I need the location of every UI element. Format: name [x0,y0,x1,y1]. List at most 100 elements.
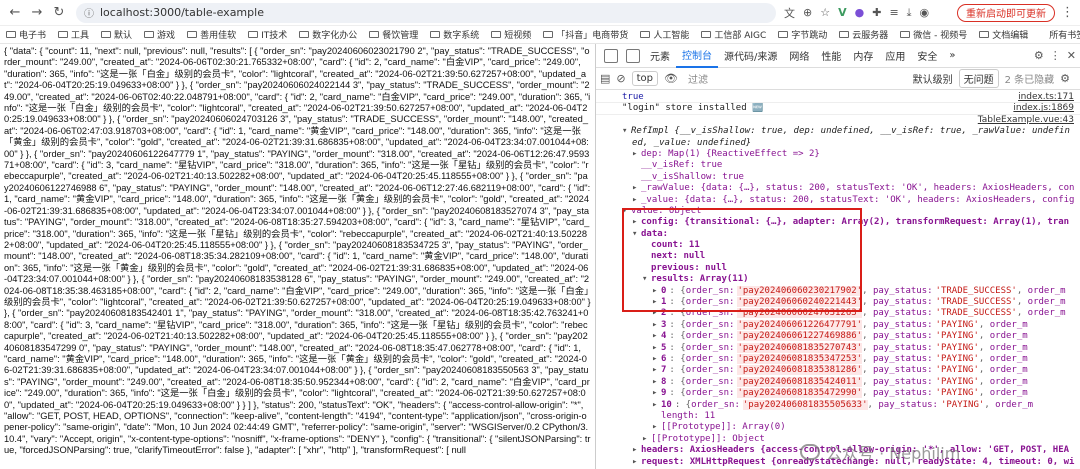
expand-arrow-icon[interactable]: ▸ [652,297,661,308]
expand-arrow-icon[interactable]: ▸ [652,422,661,433]
result-item-row[interactable]: ▸ 8: {order_sn:'pay202406081835424011', p… [596,376,1080,388]
expand-arrow-icon[interactable]: ▸ [632,217,641,228]
result-item-row[interactable]: ▸ 10: {order_sn:'pay202406081835505633', … [596,399,1080,411]
expand-arrow-icon[interactable]: ▸ [652,365,661,376]
tree-row[interactable]: ▸ [[Prototype]]: Array(0) [596,422,1080,433]
result-item-row[interactable]: ▸ 6: {order_sn:'pay202406081835347253', p… [596,353,1080,365]
devtools-tab[interactable]: 元素 [644,44,676,68]
result-item-row[interactable]: ▸ 3: {order_sn:'pay202406061226477791', p… [596,319,1080,331]
result-item-row[interactable]: ▸ 9: {order_sn:'pay202406081835472990', p… [596,388,1080,399]
back-icon[interactable]: ← [6,4,24,22]
devtools-tab[interactable]: 应用 [879,44,911,68]
update-button[interactable]: 重新启动即可更新 [957,3,1055,22]
source-link[interactable]: index.ts:171 [1014,92,1074,103]
source-link[interactable]: index.js:1869 [1009,103,1074,114]
tree-row[interactable]: ▾ RefImpl {__v_isShallow: true, dep: unde… [596,126,1080,137]
bookmark-folder[interactable]: 数字系统 [430,28,479,41]
console-filter-input[interactable]: 过滤 [684,71,913,86]
bookmark-folder[interactable]: 数字化办公 [299,28,357,41]
extension-purple-icon[interactable]: ● [855,6,865,19]
profile-icon[interactable]: ◉ [920,6,930,19]
forward-icon[interactable]: → [28,4,46,22]
translate-icon[interactable]: 文 [784,5,795,21]
expand-arrow-icon[interactable]: ▸ [652,308,661,319]
device-toggle-icon[interactable] [626,48,640,63]
bookmark-star-icon[interactable]: ☆ [820,6,830,19]
bookmark-folder[interactable]: 游戏 [144,28,175,41]
result-item-row[interactable]: ▸ 2: {order_sn:'pay202406060247031263', p… [596,308,1080,319]
expand-arrow-icon[interactable]: ▸ [652,388,661,399]
expand-arrow-icon[interactable]: ▸ [652,354,661,365]
extension-bars-icon[interactable]: ≡ [889,6,898,19]
extension-v-icon[interactable]: V [838,6,847,19]
bookmark-folder[interactable]: 云服务器 [839,28,888,41]
expand-arrow-icon[interactable]: ▸ [652,286,661,297]
source-link[interactable]: TableExample.vue:43 [973,114,1074,127]
bookmark-folder[interactable]: 工具 [58,28,89,41]
expand-arrow-icon[interactable]: ▸ [642,434,651,445]
devtools-tab[interactable]: 控制台 [676,44,718,68]
zoom-icon[interactable]: ⊕ [803,6,812,19]
result-item-row[interactable]: ▸ 1: {order_sn:'pay202406060240221443', p… [596,297,1080,308]
expand-arrow-icon[interactable]: ▸ [632,149,641,160]
tree-row[interactable]: ▸ dep: Map(1) {ReactiveEffect => 2} [596,149,1080,160]
settings-icon[interactable]: ⚙ [1034,49,1044,62]
sidebar-toggle-icon[interactable]: ▤ [600,72,610,85]
expand-arrow-icon[interactable]: ▾ [622,206,631,217]
bookmark-folder[interactable]: 电子书 [6,28,46,41]
site-info-icon[interactable]: ⓘ [84,5,94,20]
more-options-icon[interactable]: ⋮ [1050,49,1061,62]
result-item-row[interactable]: ▸ 7: {order_sn:'pay202406081835381286', p… [596,365,1080,376]
bookmark-folder[interactable]: 「抖音」电商带货 [543,28,628,41]
tree-row[interactable]: ▸ config: {transitional: {…}, adapter: Ar… [596,217,1080,228]
bookmark-folder[interactable]: 微信 - 视频号 [900,28,967,41]
expand-arrow-icon[interactable]: ▾ [642,274,651,285]
expand-arrow-icon[interactable]: ▸ [632,457,641,468]
reload-icon[interactable]: ↻ [50,4,68,22]
tree-row[interactable]: ▾ results: Array(11) [596,274,1080,285]
result-item-row[interactable]: ▸ 0: {order_sn:'pay202406060230217902', p… [596,285,1080,297]
tree-row[interactable]: ▾ data: [596,229,1080,240]
clear-console-icon[interactable]: ⊘ [616,72,625,85]
expand-arrow-icon[interactable]: ▾ [622,126,631,137]
live-expression-icon[interactable]: 👁 [664,72,678,85]
result-item-row[interactable]: ▸ 5: {order_sn:'pay202406081835270743', p… [596,342,1080,354]
expand-arrow-icon[interactable]: ▸ [652,377,661,388]
bookmark-folder[interactable]: 默认 [101,28,132,41]
download-icon[interactable]: ⤓ [907,6,912,20]
expand-arrow-icon[interactable]: ▸ [652,331,661,342]
expand-arrow-icon[interactable]: ▸ [632,183,641,194]
devtools-tab[interactable]: 网络 [783,44,815,68]
bookmark-folder[interactable]: IT技术 [248,28,287,41]
tree-row[interactable]: ▸ _rawValue: {data: {…}, status: 200, sta… [596,183,1080,194]
bookmark-folder[interactable]: 人工智能 [640,28,689,41]
more-tabs-button[interactable]: » [943,44,961,68]
tree-row[interactable]: ▾ value: Object [596,206,1080,217]
inspect-icon[interactable] [604,48,618,63]
devtools-tab[interactable]: 源代码/来源 [718,44,783,68]
expand-arrow-icon[interactable]: ▸ [632,445,641,456]
expand-arrow-icon[interactable]: ▸ [652,400,661,411]
console-settings-icon[interactable]: ⚙ [1060,72,1070,85]
devtools-tab[interactable]: 性能 [815,44,847,68]
bookmark-folder[interactable]: 文档编辑 [979,28,1028,41]
tree-row[interactable]: ▸ _value: {data: {…}, status: 200, status… [596,195,1080,206]
menu-icon[interactable]: ⋮ [1061,5,1074,20]
bookmark-folder[interactable]: 工信部 AIGC [701,28,766,41]
devtools-tab[interactable]: 安全 [911,44,943,68]
bookmark-folder[interactable]: 善用佳软 [187,28,236,41]
result-item-row[interactable]: ▸ 4: {order_sn:'pay202406061227469886', p… [596,331,1080,342]
address-bar[interactable]: ⓘ localhost:3000/table-example [76,2,776,23]
bookmark-folder[interactable]: 字节跳动 [778,28,827,41]
devtools-tab[interactable]: 内存 [847,44,879,68]
bookmark-folder[interactable]: 餐饮管理 [369,28,418,41]
expand-arrow-icon[interactable]: ▸ [652,343,661,354]
issues-button[interactable]: 无问题 [958,69,999,88]
log-levels-dropdown[interactable]: 默认级别 [913,71,953,86]
expand-arrow-icon[interactable]: ▸ [632,195,641,206]
context-selector[interactable]: top [631,71,659,86]
expand-arrow-icon[interactable]: ▸ [652,320,661,331]
extension-puzzle-icon[interactable]: ✚ [872,6,881,19]
all-bookmarks[interactable]: 所有书签 [1046,28,1080,41]
close-icon[interactable]: ✕ [1067,49,1076,62]
